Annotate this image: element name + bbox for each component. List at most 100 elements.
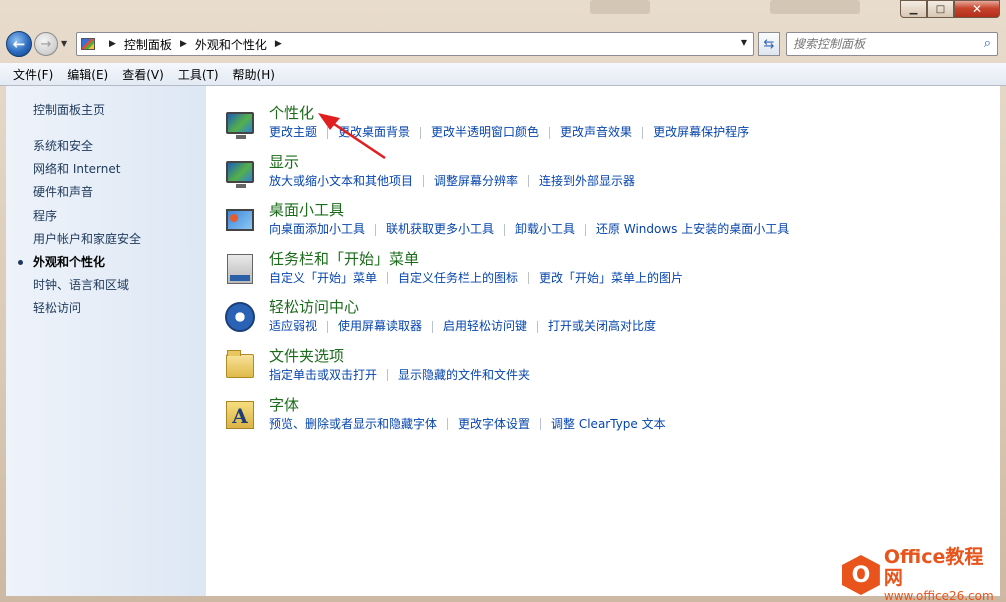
- fonts-icon[interactable]: A: [224, 399, 256, 431]
- category-taskbar: 任务栏和「开始」菜单 自定义「开始」菜单 自定义任务栏上的图标 更改「开始」菜单…: [224, 250, 994, 299]
- sidebar-item-hardware-sound[interactable]: 硬件和声音: [33, 181, 141, 204]
- maximize-button[interactable]: □: [927, 0, 954, 18]
- search-input[interactable]: [787, 33, 967, 55]
- category-links: 适应弱视 使用屏幕读取器 启用轻松访问键 打开或关闭高对比度: [269, 318, 994, 335]
- category-links: 向桌面添加小工具 联机获取更多小工具 卸载小工具 还原 Windows 上安装的…: [269, 221, 994, 238]
- chevron-right-icon[interactable]: ▶: [180, 39, 187, 49]
- task-link[interactable]: 更改屏幕保护程序: [653, 124, 749, 141]
- task-link[interactable]: 放大或缩小文本和其他项目: [269, 173, 413, 190]
- category-links: 预览、删除或者显示和隐藏字体 更改字体设置 调整 ClearType 文本: [269, 416, 994, 433]
- task-link[interactable]: 更改半透明窗口颜色: [431, 124, 539, 141]
- task-link[interactable]: 使用屏幕读取器: [338, 318, 422, 335]
- category-links: 更改主题 更改桌面背景 更改半透明窗口颜色 更改声音效果 更改屏幕保护程序: [269, 124, 994, 141]
- sidebar-item-programs[interactable]: 程序: [33, 205, 141, 228]
- category-list: 个性化 更改主题 更改桌面背景 更改半透明窗口颜色 更改声音效果 更改屏幕保护程…: [224, 104, 994, 444]
- task-link[interactable]: 适应弱视: [269, 318, 317, 335]
- personalization-icon[interactable]: [224, 107, 256, 139]
- chevron-down-icon: ▼: [61, 39, 68, 48]
- category-fonts: A 字体 预览、删除或者显示和隐藏字体 更改字体设置 调整 ClearType …: [224, 396, 994, 445]
- desktop-ghost: [590, 0, 650, 14]
- menu-bar: 文件(F) 编辑(E) 查看(V) 工具(T) 帮助(H): [0, 63, 1006, 86]
- task-link[interactable]: 自定义任务栏上的图标: [398, 270, 518, 287]
- navigation-bar: ← → ▼ ▶ 控制面板 ▶ 外观和个性化 ▶ ▼ ⇆ ⌕: [0, 27, 1006, 61]
- menu-tools[interactable]: 工具(T): [171, 66, 226, 83]
- task-link[interactable]: 更改桌面背景: [338, 124, 410, 141]
- task-link[interactable]: 显示隐藏的文件和文件夹: [398, 367, 530, 384]
- sidebar-item-system-security[interactable]: 系统和安全: [33, 135, 141, 158]
- sidebar-item-appearance[interactable]: 外观和个性化: [17, 251, 141, 274]
- arrow-right-icon: →: [40, 36, 52, 52]
- category-ease-of-access: 轻松访问中心 适应弱视 使用屏幕读取器 启用轻松访问键 打开或关闭高对比度: [224, 298, 994, 347]
- taskbar-icon[interactable]: [224, 253, 256, 285]
- address-dropdown-icon[interactable]: ▼: [741, 38, 747, 47]
- menu-help[interactable]: 帮助(H): [226, 66, 282, 83]
- task-link[interactable]: 联机获取更多小工具: [386, 221, 494, 238]
- content-area: 控制面板主页 系统和安全 网络和 Internet 硬件和声音 程序 用户帐户和…: [6, 86, 1000, 596]
- sidebar-item-user-accounts[interactable]: 用户帐户和家庭安全: [33, 228, 141, 251]
- breadcrumb-appearance[interactable]: 外观和个性化: [195, 36, 267, 53]
- category-title[interactable]: 桌面小工具: [269, 201, 994, 220]
- watermark: O Office教程网 www.office26.com: [842, 547, 1002, 602]
- arrow-left-icon: ←: [12, 35, 26, 53]
- task-link[interactable]: 更改字体设置: [458, 416, 530, 433]
- menu-edit[interactable]: 编辑(E): [60, 66, 115, 83]
- category-personalization: 个性化 更改主题 更改桌面背景 更改半透明窗口颜色 更改声音效果 更改屏幕保护程…: [224, 104, 994, 153]
- category-title[interactable]: 字体: [269, 396, 994, 415]
- watermark-url: www.office26.com: [883, 589, 994, 602]
- history-dropdown[interactable]: ▼: [61, 39, 67, 48]
- chevron-right-icon[interactable]: ▶: [109, 39, 116, 49]
- control-panel-icon: [81, 38, 95, 50]
- category-links: 放大或缩小文本和其他项目 调整屏幕分辨率 连接到外部显示器: [269, 173, 994, 190]
- left-navigation: 控制面板主页 系统和安全 网络和 Internet 硬件和声音 程序 用户帐户和…: [6, 86, 206, 596]
- task-link[interactable]: 预览、删除或者显示和隐藏字体: [269, 416, 437, 433]
- sidebar-list: 系统和安全 网络和 Internet 硬件和声音 程序 用户帐户和家庭安全 外观…: [17, 135, 141, 321]
- category-title[interactable]: 文件夹选项: [269, 347, 994, 366]
- sidebar-item-ease-of-access[interactable]: 轻松访问: [33, 297, 141, 320]
- task-link[interactable]: 更改主题: [269, 124, 317, 141]
- sidebar-item-network[interactable]: 网络和 Internet: [33, 158, 141, 181]
- minimize-button[interactable]: ▁: [900, 0, 927, 18]
- close-button[interactable]: ✕: [954, 0, 1000, 18]
- display-icon[interactable]: [224, 156, 256, 188]
- task-link[interactable]: 打开或关闭高对比度: [548, 318, 656, 335]
- sidebar-home-link[interactable]: 控制面板主页: [33, 101, 105, 118]
- breadcrumb-control-panel[interactable]: 控制面板: [124, 36, 172, 53]
- task-link[interactable]: 连接到外部显示器: [539, 173, 635, 190]
- address-bar[interactable]: ▶ 控制面板 ▶ 外观和个性化 ▶ ▼: [76, 32, 754, 56]
- task-link[interactable]: 更改声音效果: [560, 124, 632, 141]
- caption-buttons: ▁ □ ✕: [900, 0, 1000, 18]
- gadgets-icon[interactable]: [224, 204, 256, 236]
- category-folder-options: 文件夹选项 指定单击或双击打开 显示隐藏的文件和文件夹: [224, 347, 994, 396]
- ease-of-access-icon[interactable]: [224, 301, 256, 333]
- task-link[interactable]: 更改「开始」菜单上的图片: [539, 270, 683, 287]
- task-link[interactable]: 自定义「开始」菜单: [269, 270, 377, 287]
- office-logo-icon: O: [842, 555, 880, 595]
- category-title[interactable]: 显示: [269, 153, 994, 172]
- menu-file[interactable]: 文件(F): [6, 66, 60, 83]
- task-link[interactable]: 调整屏幕分辨率: [434, 173, 518, 190]
- folder-options-icon[interactable]: [224, 349, 256, 382]
- search-box: ⌕: [786, 32, 998, 56]
- forward-button[interactable]: →: [34, 32, 58, 56]
- sidebar-item-clock-language[interactable]: 时钟、语言和区域: [33, 274, 141, 297]
- task-link[interactable]: 还原 Windows 上安装的桌面小工具: [596, 221, 789, 238]
- task-link[interactable]: 调整 ClearType 文本: [551, 416, 666, 433]
- window-frame: ▁ □ ✕ ← → ▼ ▶ 控制面板 ▶ 外观和个性化 ▶ ▼ ⇆ ⌕ 文件(F…: [0, 0, 1006, 602]
- watermark-title: Office教程网: [883, 546, 984, 589]
- category-title[interactable]: 任务栏和「开始」菜单: [269, 250, 994, 269]
- menu-view[interactable]: 查看(V): [115, 66, 171, 83]
- back-button[interactable]: ←: [6, 31, 32, 57]
- task-link[interactable]: 卸载小工具: [515, 221, 575, 238]
- category-gadgets: 桌面小工具 向桌面添加小工具 联机获取更多小工具 卸载小工具 还原 Window…: [224, 201, 994, 250]
- category-links: 自定义「开始」菜单 自定义任务栏上的图标 更改「开始」菜单上的图片: [269, 270, 994, 287]
- task-link[interactable]: 指定单击或双击打开: [269, 367, 377, 384]
- task-link[interactable]: 启用轻松访问键: [443, 318, 527, 335]
- category-title[interactable]: 轻松访问中心: [269, 298, 994, 317]
- refresh-button[interactable]: ⇆: [758, 32, 780, 56]
- chevron-right-icon[interactable]: ▶: [275, 39, 282, 49]
- task-link[interactable]: 向桌面添加小工具: [269, 221, 365, 238]
- category-display: 显示 放大或缩小文本和其他项目 调整屏幕分辨率 连接到外部显示器: [224, 153, 994, 202]
- search-icon[interactable]: ⌕: [984, 36, 991, 51]
- category-links: 指定单击或双击打开 显示隐藏的文件和文件夹: [269, 367, 994, 384]
- category-title[interactable]: 个性化: [269, 104, 994, 123]
